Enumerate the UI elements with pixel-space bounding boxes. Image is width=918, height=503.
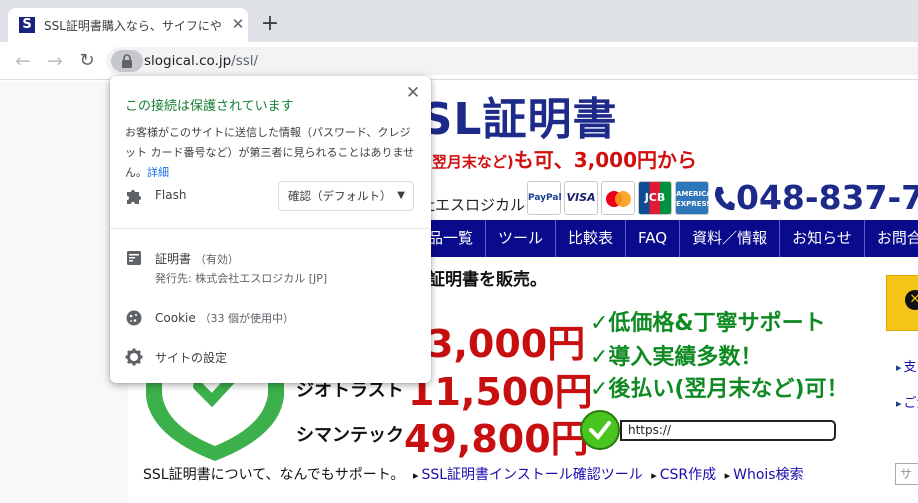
new-tab-button[interactable]: +	[258, 12, 282, 36]
feature-3: ✓後払い(翌月末など)可！	[590, 377, 849, 402]
flash-label: Flash	[155, 188, 187, 202]
bottom-links: SSL証明書について、なんでもサポート。 SSL証明書インストール確認ツール C…	[143, 464, 804, 484]
visa-logo: VISA	[564, 181, 598, 215]
price-1: 3,000円	[427, 322, 586, 366]
cookie-row[interactable]: Cookie （33 個が使用中）	[155, 310, 294, 326]
nav-tools[interactable]: ツール	[486, 220, 557, 257]
address-bar[interactable]: slogical.co.jp/ssl/	[106, 47, 918, 75]
price-label-3: シマンテック	[296, 425, 404, 446]
side-link-1[interactable]: 支	[896, 356, 917, 375]
subline-part-c: も可、3,000円から	[513, 148, 697, 172]
site-nav: 品一覧 ツール 比較表 FAQ 資料／情報 お知らせ お問合せ	[418, 220, 918, 257]
amex-logo: AMERICAN EXPRESS	[675, 181, 718, 215]
nav-compare[interactable]: 比較表	[556, 220, 627, 257]
side-banner[interactable]: ✕	[886, 275, 918, 331]
flash-select-value: 確認（デフォルト）	[288, 189, 392, 203]
url-host: slogical.co.jp	[144, 53, 232, 69]
certificate-label: 証明書	[155, 252, 192, 266]
subline-part-b: (翌月末など)	[425, 153, 514, 171]
browser-tab[interactable]: S SSL証明書購入なら、サイフにやさしい ✕	[8, 8, 248, 42]
cookie-icon	[126, 310, 142, 326]
site-settings-link[interactable]: サイトの設定	[155, 349, 227, 366]
reload-button[interactable]: ↻	[76, 50, 98, 72]
link-csr[interactable]: CSR作成	[647, 467, 716, 483]
flash-permission-select[interactable]: 確認（デフォルト） ▼	[278, 181, 414, 211]
page-lead: 証明書を販売。	[428, 270, 547, 290]
certificate-icon	[127, 251, 141, 265]
nav-faq[interactable]: FAQ	[626, 220, 681, 257]
cookie-label: Cookie	[155, 311, 196, 325]
tab-title: SSL証明書購入なら、サイフにやさしい	[44, 19, 224, 33]
company-name: 社エスロジカル	[420, 196, 526, 214]
back-button[interactable]: ←	[12, 50, 34, 72]
phone-icon	[715, 187, 735, 211]
link-install-check[interactable]: SSL証明書インストール確認ツール	[409, 467, 643, 483]
certificate-status: （有効）	[194, 253, 239, 266]
ssl-url-box: https://	[620, 420, 836, 441]
certificate-issuer: 発行先: 株式会社エスロジカル [JP]	[155, 272, 328, 285]
url-text[interactable]: slogical.co.jp/ssl/	[144, 53, 258, 69]
tab-strip: S SSL証明書購入なら、サイフにやさしい ✕ +	[0, 0, 918, 42]
page-left-gutter	[0, 81, 128, 503]
nav-news[interactable]: お知らせ	[780, 220, 865, 257]
details-link[interactable]: 詳細	[147, 166, 169, 179]
close-icon: ✕	[905, 290, 918, 310]
cookie-count: （33 個が使用中）	[199, 312, 295, 325]
puzzle-icon	[127, 190, 141, 204]
site-search-input[interactable]: サ	[895, 463, 918, 485]
certificate-row[interactable]: 証明書 （有効）	[155, 250, 239, 267]
tab-close-icon[interactable]: ✕	[230, 16, 246, 32]
site-info-popup: ✕ この接続は保護されています お客様がこのサイトに送信した情報（パスワード、ク…	[110, 76, 431, 383]
lock-icon	[122, 54, 132, 68]
nav-contact[interactable]: お問合せ	[865, 220, 918, 257]
url-path: /ssl/	[231, 53, 259, 69]
feature-1: ✓低価格&丁寧サポート	[590, 311, 826, 336]
feature-2: ✓導入実績多数！	[590, 345, 763, 370]
chevron-down-icon: ▼	[397, 190, 405, 201]
mastercard-logo	[601, 181, 635, 215]
site-favicon-icon: S	[19, 17, 35, 33]
side-link-2[interactable]: ご活	[896, 392, 918, 411]
phone-number: 048-837-77	[712, 178, 918, 217]
price-3: 49,800円	[404, 417, 589, 461]
support-text: SSL証明書について、なんでもサポート。	[143, 467, 405, 483]
nav-docs[interactable]: 資料／情報	[680, 220, 781, 257]
paypal-logo: PayPal	[527, 181, 562, 215]
page-subline: い(翌月末など)も可、3,000円から	[405, 144, 697, 173]
jcb-logo: JCB	[638, 181, 672, 215]
link-whois[interactable]: Whois検索	[721, 467, 804, 483]
browser-toolbar: ← → ↻ slogical.co.jp/ssl/	[0, 42, 918, 80]
popup-divider	[110, 228, 431, 229]
ssl-illustration: https://	[580, 410, 838, 450]
forward-button[interactable]: →	[44, 50, 66, 72]
popup-close-icon[interactable]: ✕	[403, 83, 423, 103]
connection-description: お客様がこのサイトに送信した情報（パスワード、クレジット カード番号など）が第三…	[125, 123, 417, 183]
site-info-button[interactable]	[111, 50, 143, 72]
connection-secure-title: この接続は保護されています	[125, 99, 294, 114]
check-circle-icon	[580, 410, 620, 450]
phone-text: 048-837-77	[736, 178, 918, 217]
gear-icon	[125, 348, 143, 366]
